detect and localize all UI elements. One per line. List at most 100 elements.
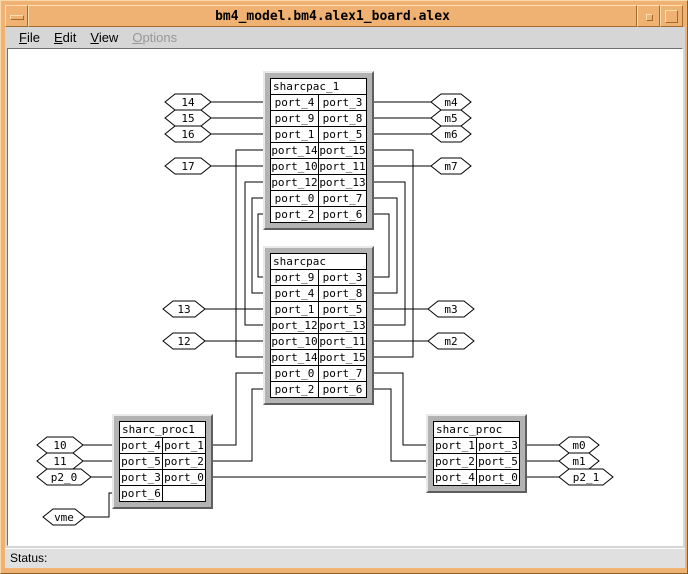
wire (374, 373, 426, 445)
net-connector-16[interactable]: 16 (165, 126, 211, 142)
port-cell[interactable]: port_2 (271, 207, 319, 223)
net-connector-13[interactable]: 13 (163, 301, 205, 317)
menu-options: Options (132, 30, 177, 45)
block-title[interactable]: sharc_proc1 (120, 422, 206, 438)
net-connector-label: 11 (53, 455, 66, 468)
net-connector-11[interactable]: 11 (37, 453, 83, 469)
net-connector-label: m4 (444, 96, 458, 109)
net-connector-m7[interactable]: m7 (431, 158, 471, 174)
block-title[interactable]: sharc_proc (434, 422, 520, 438)
port-cell[interactable]: port_7 (319, 366, 367, 382)
port-cell[interactable]: port_0 (271, 191, 319, 207)
block-title[interactable]: sharcpac_1 (271, 79, 367, 95)
port-cell[interactable]: port_5 (120, 454, 163, 470)
port-cell[interactable]: port_13 (319, 318, 367, 334)
block-sharc_proc[interactable]: sharc_procport_1port_3port_2port_5port_4… (426, 414, 527, 493)
port-cell[interactable]: port_6 (319, 382, 367, 398)
schematic-canvas[interactable]: 14151617m4m5m6m71312m3m21011p2_0vmem0m1p… (7, 48, 683, 546)
maximize-button[interactable] (660, 5, 683, 27)
port-cell[interactable]: port_0 (163, 470, 206, 486)
port-cell[interactable]: port_0 (271, 366, 319, 382)
net-connector-m1[interactable]: m1 (559, 453, 599, 469)
wire (374, 389, 426, 461)
port-cell[interactable]: port_15 (319, 350, 367, 366)
block-sharcpac[interactable]: sharcpacport_9port_3port_4port_8port_1po… (263, 246, 374, 405)
block-sharc_proc1[interactable]: sharc_proc1port_4port_1port_5port_2port_… (112, 414, 213, 509)
port-cell[interactable]: port_5 (319, 127, 367, 143)
port-cell[interactable]: port_2 (271, 382, 319, 398)
net-connector-p2_1[interactable]: p2_1 (559, 469, 613, 485)
port-cell[interactable]: port_10 (271, 159, 319, 175)
net-connector-17[interactable]: 17 (165, 158, 211, 174)
menu-view[interactable]: View (90, 30, 118, 45)
port-cell[interactable]: port_4 (271, 286, 319, 302)
port-cell[interactable]: port_8 (319, 111, 367, 127)
port-cell[interactable]: port_1 (434, 438, 477, 454)
port-cell[interactable]: port_6 (120, 486, 163, 502)
port-cell[interactable]: port_8 (319, 286, 367, 302)
net-connector-m3[interactable]: m3 (428, 301, 474, 317)
net-connector-label: vme (54, 511, 74, 524)
net-connector-10[interactable]: 10 (37, 437, 83, 453)
wire (211, 373, 263, 445)
port-cell[interactable]: port_1 (271, 302, 319, 318)
net-connector-label: m7 (444, 160, 457, 173)
port-cell[interactable]: port_3 (477, 438, 520, 454)
port-cell[interactable]: port_5 (319, 302, 367, 318)
net-connector-m6[interactable]: m6 (431, 126, 471, 142)
port-cell[interactable]: port_4 (120, 438, 163, 454)
net-connector-vme[interactable]: vme (43, 509, 85, 525)
net-connector-p2_0[interactable]: p2_0 (37, 469, 91, 485)
block-sharcpac_1[interactable]: sharcpac_1port_4port_3port_9port_8port_1… (263, 71, 374, 230)
port-cell[interactable]: port_14 (271, 143, 319, 159)
port-cell[interactable]: port_3 (120, 470, 163, 486)
net-connector-m2[interactable]: m2 (428, 333, 474, 349)
net-connector-12[interactable]: 12 (163, 333, 205, 349)
net-connector-14[interactable]: 14 (165, 94, 211, 110)
port-cell[interactable]: port_5 (477, 454, 520, 470)
port-cell[interactable]: port_10 (271, 334, 319, 350)
status-bar: Status: (5, 548, 685, 568)
port-cell[interactable]: port_11 (319, 159, 367, 175)
port-cell[interactable]: port_7 (319, 191, 367, 207)
minimize-button[interactable] (637, 5, 660, 27)
port-cell[interactable]: port_15 (319, 143, 367, 159)
net-connector-m0[interactable]: m0 (559, 437, 599, 453)
net-connector-label: m1 (572, 455, 585, 468)
block-title[interactable]: sharcpac (271, 254, 367, 270)
net-connector-m4[interactable]: m4 (431, 94, 471, 110)
net-connector-15[interactable]: 15 (165, 110, 211, 126)
app-area: File Edit View Options 141516 17 m4m5 m6 m7 13 12… (5, 27, 685, 568)
port-cell[interactable]: port_1 (271, 127, 319, 143)
net-connector-label: m3 (444, 303, 457, 316)
port-cell[interactable]: port_2 (163, 454, 206, 470)
menu-file[interactable]: File (19, 30, 40, 45)
port-cell[interactable]: port_4 (271, 95, 319, 111)
port-cell[interactable]: port_1 (163, 438, 206, 454)
port-cell[interactable]: port_9 (271, 111, 319, 127)
port-cell[interactable]: port_12 (271, 318, 319, 334)
net-connector-label: m2 (444, 335, 457, 348)
window-menu-icon (10, 15, 24, 20)
net-connector-label: m6 (444, 128, 457, 141)
net-connector-m5[interactable]: m5 (431, 110, 471, 126)
port-cell[interactable]: port_3 (319, 270, 367, 286)
net-connector-label: 13 (177, 303, 190, 316)
title-drag-area[interactable]: bm4_model.bm4.alex1_board.alex (28, 5, 637, 27)
net-connector-label: 14 (181, 96, 195, 109)
menu-edit[interactable]: Edit (54, 30, 76, 45)
wire (374, 214, 389, 277)
port-cell[interactable]: port_11 (319, 334, 367, 350)
port-cell[interactable] (163, 486, 206, 502)
port-cell[interactable]: port_13 (319, 175, 367, 191)
port-cell[interactable]: port_9 (271, 270, 319, 286)
port-cell[interactable]: port_12 (271, 175, 319, 191)
port-cell[interactable]: port_14 (271, 350, 319, 366)
port-cell[interactable]: port_0 (477, 470, 520, 486)
port-cell[interactable]: port_2 (434, 454, 477, 470)
port-cell[interactable]: port_6 (319, 207, 367, 223)
net-connector-label: 12 (177, 335, 190, 348)
port-cell[interactable]: port_3 (319, 95, 367, 111)
port-cell[interactable]: port_4 (434, 470, 477, 486)
window-menu-button[interactable] (5, 5, 28, 27)
